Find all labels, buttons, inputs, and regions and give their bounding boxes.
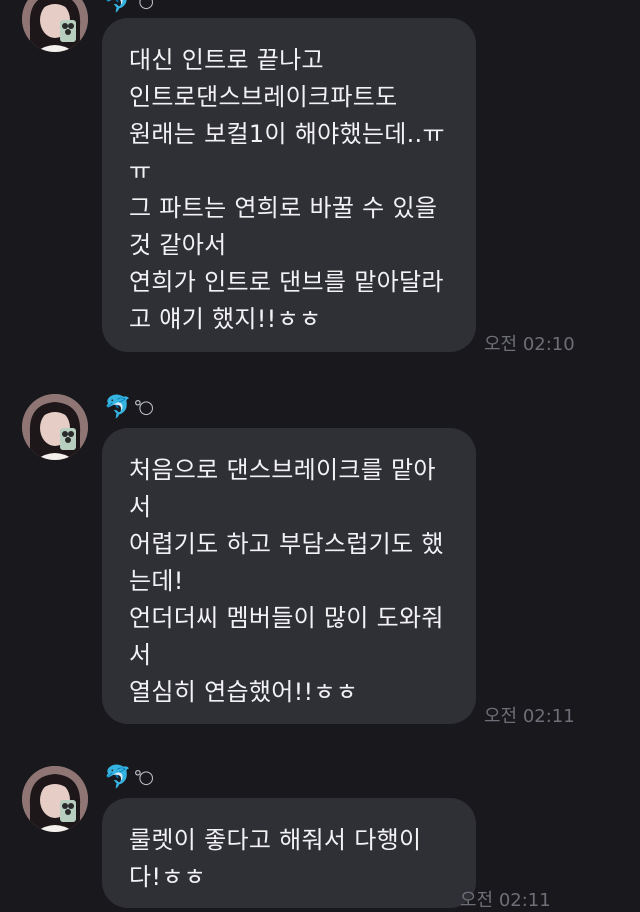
message-bubble[interactable]: 처음으로 댄스브레이크를 맡아 서 어렵기도 하고 부담스럽기도 했 는데! 언…: [102, 428, 476, 724]
message-timestamp: 오전 02:11: [460, 890, 551, 911]
message-line: 대신 인트로 끝나고: [129, 46, 324, 74]
message-line: 그 파트는 연희로 바꿀 수 있을: [129, 194, 438, 222]
message-line: 다!ㅎㅎ: [129, 863, 207, 891]
message-line: 열심히 연습했어!!ㅎㅎ: [129, 678, 359, 706]
message-line: 룰렛이 좋다고 해줘서 다행이: [129, 826, 422, 854]
message-bubble[interactable]: 룰렛이 좋다고 해줘서 다행이 다!ㅎㅎ: [102, 798, 476, 908]
dolphin-icon: 🐬: [104, 765, 132, 790]
message-line: 서: [129, 493, 152, 521]
sender-name: 🐬 °○: [104, 394, 154, 422]
profile-photo-icon: [22, 394, 88, 460]
message-line: 는데!: [129, 567, 184, 595]
sender-name: 🐬 °○: [104, 764, 154, 792]
dolphin-icon: 🐬: [104, 395, 132, 420]
message-line: 원래는 보컬1이 해야했는데..ㅠ: [129, 120, 445, 148]
avatar[interactable]: [22, 394, 88, 460]
message-timestamp: 오전 02:11: [484, 706, 575, 727]
message-bubble[interactable]: 대신 인트로 끝나고 인트로댄스브레이크파트도 원래는 보컬1이 해야했는데..…: [102, 18, 476, 352]
message-timestamp: 오전 02:10: [484, 334, 575, 355]
bubbles-icon: °○: [133, 397, 154, 418]
bubbles-icon: °○: [133, 767, 154, 788]
message-line: 인트로댄스브레이크파트도: [129, 83, 398, 111]
message-line: 연희가 인트로 댄브를 맡아달라: [129, 268, 444, 296]
bubbles-icon: °○: [133, 0, 154, 12]
message-line: 어렵기도 하고 부담스럽기도 했: [129, 530, 444, 558]
profile-photo-icon: [22, 766, 88, 832]
avatar[interactable]: [22, 0, 88, 52]
message-line: 것 같아서: [129, 231, 227, 259]
message-line: ㅠ: [129, 157, 152, 185]
sender-name: 🐬 °○: [104, 0, 154, 16]
message-line: 언더더씨 멤버들이 많이 도와줘: [129, 604, 444, 632]
dolphin-icon: 🐬: [104, 0, 132, 14]
message-line: 고 얘기 했지!!ㅎㅎ: [129, 305, 322, 333]
profile-photo-icon: [22, 0, 88, 52]
message-line: 처음으로 댄스브레이크를 맡아: [129, 456, 436, 484]
avatar[interactable]: [22, 766, 88, 832]
message-line: 서: [129, 641, 152, 669]
